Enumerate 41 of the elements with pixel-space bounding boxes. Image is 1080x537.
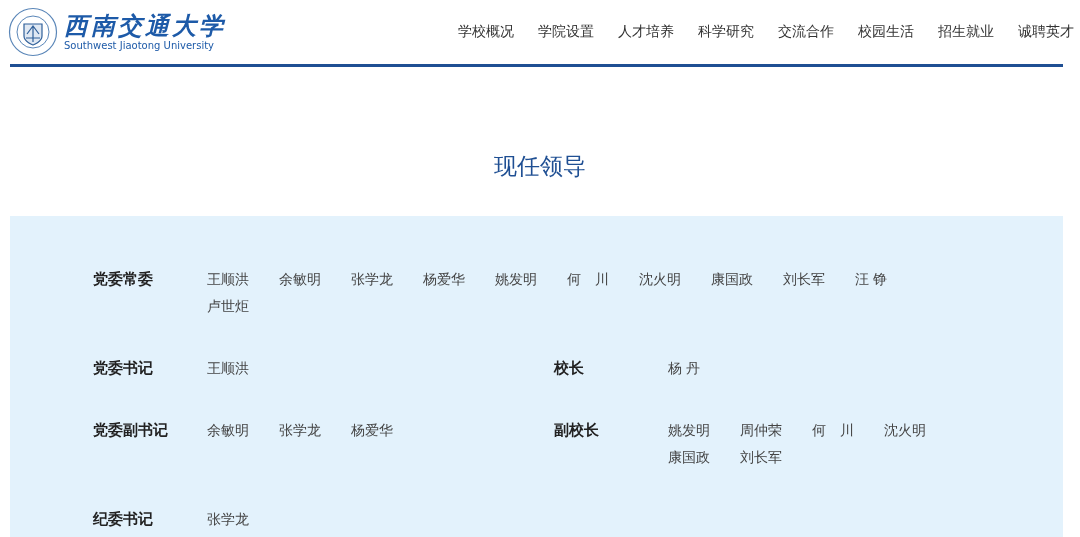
university-english-name: Southwest Jiaotong University [64, 40, 216, 52]
nav-link[interactable]: 招生就业 [926, 23, 1006, 41]
role-label: 纪委书记 [93, 509, 154, 530]
leader-name: 杨 丹 [668, 359, 702, 378]
university-emblem-icon [8, 7, 58, 57]
nav-link[interactable]: 人才培养 [606, 23, 686, 41]
leader-name: 张学龙 [351, 270, 394, 289]
nav-link[interactable]: 学校概况 [446, 23, 526, 41]
university-name: 西南交通大学 [64, 12, 226, 40]
leader-name: 张学龙 [279, 421, 322, 440]
leader-name: 刘长军 [783, 270, 826, 289]
role-label: 校长 [554, 358, 585, 379]
leader-name: 杨爱华 [351, 421, 394, 440]
role-label: 党委常委 [93, 269, 154, 290]
leader-name: 张学龙 [207, 510, 250, 529]
nav-link[interactable]: 诚聘英才 [1006, 23, 1080, 41]
leader-name: 周仲荣 [740, 421, 783, 440]
leader-name: 康国政 [668, 448, 711, 467]
leader-name: 康国政 [711, 270, 754, 289]
leader-name: 沈火明 [639, 270, 682, 289]
leader-name: 余敏明 [279, 270, 322, 289]
leader-name: 王顺洪 [207, 270, 250, 289]
leader-name: 刘长军 [740, 448, 783, 467]
leader-name: 卢世炬 [207, 297, 250, 316]
leader-name: 何 川 [567, 270, 610, 289]
role-label: 党委书记 [93, 358, 154, 379]
leader-name: 姚发明 [668, 421, 711, 440]
leader-name: 杨爱华 [423, 270, 466, 289]
role-label: 党委副书记 [93, 420, 169, 441]
nav-link[interactable]: 校园生活 [846, 23, 926, 41]
role-label: 副校长 [554, 420, 600, 441]
leader-name: 沈火明 [884, 421, 927, 440]
leader-name: 余敏明 [207, 421, 250, 440]
nav-link[interactable]: 交流合作 [766, 23, 846, 41]
page-title: 现任领导 [493, 152, 587, 181]
leader-name: 姚发明 [495, 270, 538, 289]
leader-name: 何 川 [812, 421, 855, 440]
nav-link[interactable]: 学院设置 [526, 23, 606, 41]
nav-link[interactable]: 科学研究 [686, 23, 766, 41]
leader-name: 汪 铮 [855, 270, 889, 289]
leader-name: 王顺洪 [207, 359, 250, 378]
